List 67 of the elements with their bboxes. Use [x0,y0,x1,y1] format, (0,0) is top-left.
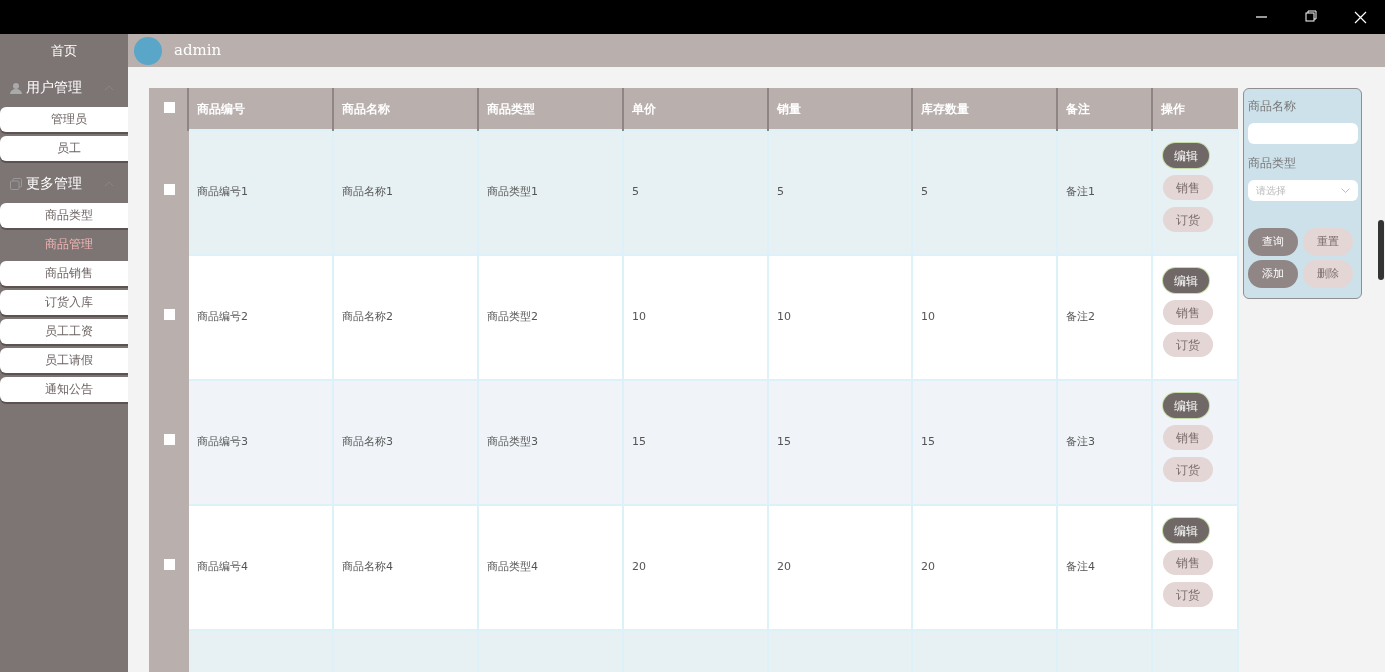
table-cell: 商品编号2 [188,255,333,381]
table-cell: 20 [623,505,768,631]
chevron-icon [1341,188,1350,194]
checkbox[interactable] [163,434,175,446]
table-cell: 10 [768,255,912,381]
table-cell: 10 [912,255,1057,381]
username: admin [174,40,222,62]
scrollbar[interactable] [1378,220,1384,281]
checkbox[interactable] [163,101,175,113]
table-cell: 备注4 [1057,505,1152,631]
avatar [134,36,162,65]
action-button[interactable]: 编辑 [1163,393,1209,419]
column-header: 商品编号 [188,88,333,131]
action-button[interactable]: 编辑 [1163,143,1209,169]
menu-group-title[interactable]: 更多管理 [26,173,104,194]
menu-item[interactable]: 首页 [0,34,128,69]
table-cell: 商品名称4 [333,505,478,631]
column-header: 单价 [623,88,768,131]
column-header: 库存数量 [912,88,1057,131]
table-cell: 商品类型4 [478,505,623,631]
checkbox[interactable] [163,184,175,196]
table-cell: 商品名称2 [333,255,478,381]
table-cell: 15 [912,380,1057,506]
table-cell: 商品类型1 [478,130,623,256]
menu-item[interactable]: 订货入库 [0,289,128,315]
action-button[interactable]: 编辑 [1163,268,1209,294]
table-cell: 商品类型2 [478,255,623,381]
column-header: 销量 [768,88,912,131]
table-cell: 商品名称1 [333,130,478,256]
checkbox[interactable] [163,559,175,571]
table-cell: 5 [768,130,912,256]
table-cell: 备注1 [1057,130,1152,256]
menu-item[interactable]: 员工请假 [0,347,128,373]
menu-item[interactable]: 员工工资 [0,318,128,344]
column-header: 备注 [1057,88,1152,131]
menu-item[interactable]: 通知公告 [0,376,128,402]
table-cell: 20 [768,505,912,631]
menu-group-title[interactable]: 用户管理 [26,77,104,98]
table-cell: 15 [768,380,912,506]
column-header: 商品名称 [333,88,478,131]
table-cell: 5 [623,130,768,256]
column-header: 操作 [1152,88,1238,131]
menu-item[interactable]: 商品销售 [0,260,128,286]
menu-item[interactable]: 员工 [0,135,128,161]
table-cell: 15 [623,380,768,506]
checkbox[interactable] [163,309,175,321]
panel-button[interactable]: 查询 [1248,228,1298,257]
person-icon [10,81,22,94]
table-cell: 商品编号3 [188,380,333,506]
field-label: 商品类型 [1248,155,1297,173]
table-cell: 商品编号4 [188,505,333,631]
panel-button[interactable]: 添加 [1248,260,1298,289]
column-header: 商品类型 [478,88,623,131]
copy-icon [10,177,22,190]
name-input[interactable] [1248,123,1358,145]
table-cell: 备注2 [1057,255,1152,381]
table-cell: 商品编号1 [188,130,333,256]
menu-item[interactable]: 商品类型 [0,202,128,228]
table-cell: 备注3 [1057,380,1152,506]
table-cell: 5 [912,130,1057,256]
table-cell: 商品类型3 [478,380,623,506]
table-cell: 商品名称3 [333,380,478,506]
field-label: 商品名称 [1248,98,1297,116]
menu-item[interactable]: 管理员 [0,106,128,132]
table-cell: 10 [623,255,768,381]
action-button[interactable]: 编辑 [1163,518,1209,544]
table-cell: 20 [912,505,1057,631]
